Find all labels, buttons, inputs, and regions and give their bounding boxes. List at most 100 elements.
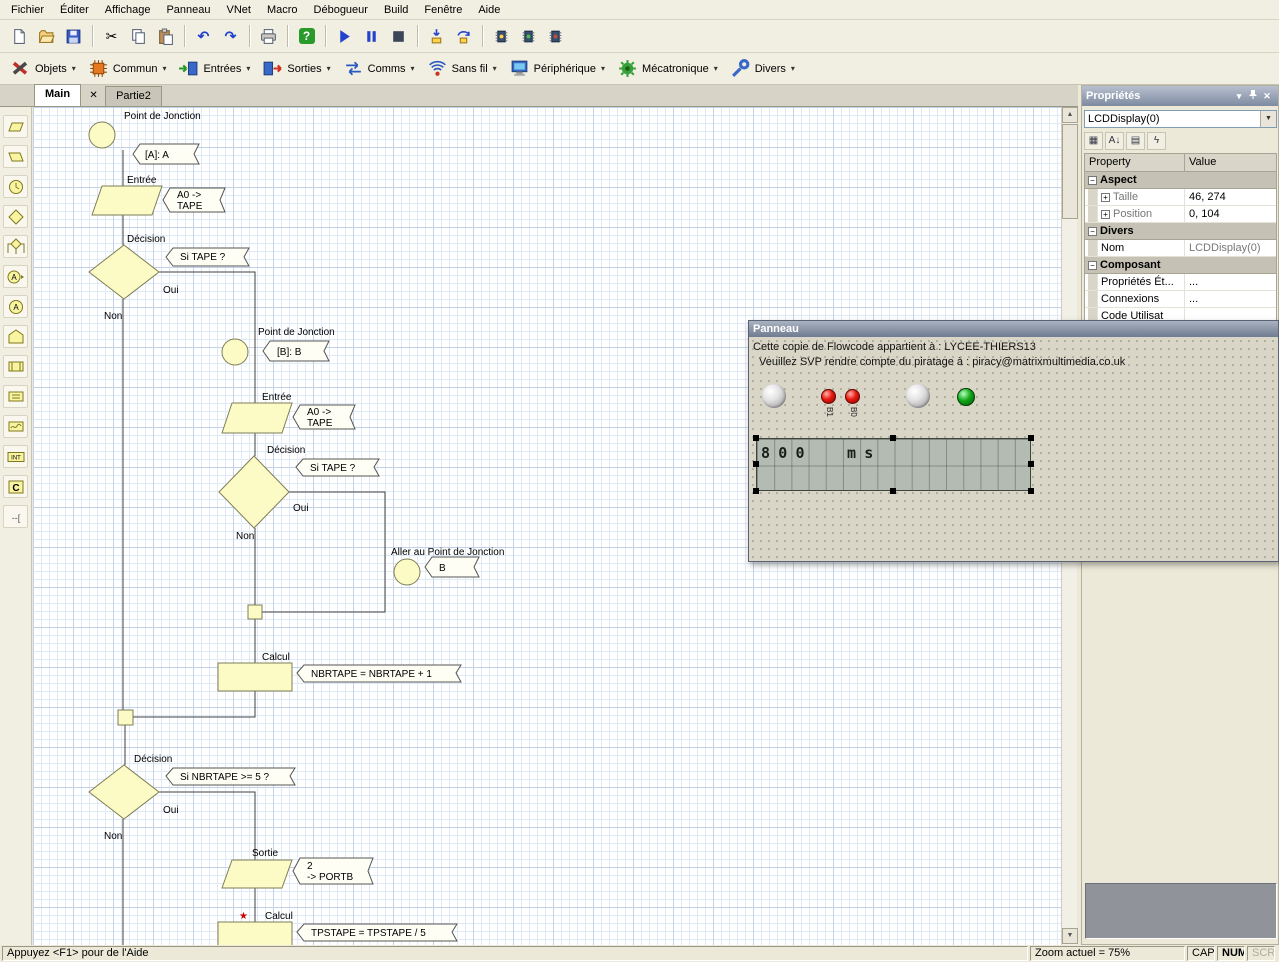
save-button[interactable] (60, 23, 87, 49)
selection-handle[interactable] (753, 488, 759, 494)
node-goto-b[interactable] (393, 558, 421, 586)
panneau-content[interactable]: Cette copie de Flowcode appartient à : L… (749, 337, 1278, 561)
node-decision3[interactable] (88, 764, 160, 820)
panneau-titlebar[interactable]: Panneau (749, 321, 1278, 337)
tool-delay[interactable] (3, 175, 28, 198)
run-button[interactable] (331, 23, 358, 49)
alphabetical-sort-button[interactable]: A↓ (1105, 132, 1124, 150)
combo-dropdown-button[interactable]: ▼ (1260, 111, 1276, 127)
selection-handle[interactable] (890, 488, 896, 494)
tool-output[interactable] (3, 145, 28, 168)
tool-comment[interactable]: --[ (3, 505, 28, 528)
property-row-proprietes-etendues[interactable]: Propriétés Ét... ... (1085, 274, 1276, 291)
pin-button[interactable] (1246, 89, 1260, 103)
node-junction-a[interactable] (88, 121, 116, 149)
taille-value[interactable]: 46, 274 (1185, 189, 1276, 205)
node-link-square-2[interactable] (247, 604, 263, 620)
redo-button[interactable]: ↷ (217, 23, 244, 49)
node-calcul2[interactable] (217, 921, 293, 945)
led-green[interactable] (957, 388, 975, 406)
node-goto-b-tag[interactable] (424, 556, 480, 578)
tool-component-macro[interactable] (3, 325, 28, 348)
events-button[interactable]: ϟ (1147, 132, 1166, 150)
compile-chip-button[interactable] (488, 23, 515, 49)
menu-macro[interactable]: Macro (259, 2, 306, 18)
components-entrees[interactable]: Entrées ▾ (172, 55, 256, 83)
menu-editer[interactable]: Éditer (52, 2, 97, 18)
components-divers[interactable]: Divers ▾ (724, 55, 801, 83)
category-composant[interactable]: − Composant (1085, 257, 1276, 274)
node-decision2[interactable] (218, 455, 290, 529)
node-link-square-1[interactable] (117, 709, 134, 726)
components-objets[interactable]: Objets ▾ (4, 55, 82, 83)
node-entree2[interactable] (221, 402, 293, 434)
selection-handle[interactable] (753, 461, 759, 467)
category-aspect[interactable]: − Aspect (1085, 172, 1276, 189)
paste-button[interactable] (152, 23, 179, 49)
categorized-view-button[interactable]: ▦ (1084, 132, 1103, 150)
tool-string[interactable] (3, 415, 28, 438)
tool-interrupt[interactable]: INT (3, 445, 28, 468)
node-sortie1[interactable] (221, 859, 293, 889)
step-into-button[interactable] (423, 23, 450, 49)
components-peripherique[interactable]: Périphérique ▾ (503, 55, 611, 83)
pause-button[interactable] (358, 23, 385, 49)
tool-input[interactable] (3, 115, 28, 138)
selection-handle[interactable] (1028, 461, 1034, 467)
expand-box-icon[interactable]: + (1101, 209, 1110, 219)
panel-close-button[interactable]: ✕ (1260, 89, 1274, 103)
tab-main[interactable]: Main (34, 84, 82, 106)
property-row-connexions[interactable]: Connexions ... (1085, 291, 1276, 308)
selection-handle[interactable] (1028, 435, 1034, 441)
lcd-display[interactable]: 800 ms (756, 438, 1031, 491)
properties-titlebar[interactable]: Propriétés ▾ ✕ (1082, 86, 1278, 106)
menu-vnet[interactable]: VNet (218, 2, 258, 18)
help-button[interactable]: ? (293, 23, 320, 49)
proprietes-etendues-value[interactable]: ... (1185, 274, 1276, 290)
menu-fichier[interactable]: Fichier (3, 2, 52, 18)
components-mecatronique[interactable]: Mécatronique ▾ (611, 55, 724, 83)
print-button[interactable] (255, 23, 282, 49)
menu-affichage[interactable]: Affichage (97, 2, 159, 18)
tab-partie2[interactable]: Partie2 (105, 86, 162, 106)
stop-button[interactable] (385, 23, 412, 49)
nom-value[interactable]: LCDDisplay(0) (1185, 240, 1276, 256)
position-value[interactable]: 0, 104 (1185, 206, 1276, 222)
menu-debogueur[interactable]: Débogueur (306, 2, 376, 18)
undo-button[interactable]: ↶ (190, 23, 217, 49)
open-button[interactable] (33, 23, 60, 49)
tool-macro[interactable] (3, 355, 28, 378)
menu-build[interactable]: Build (376, 2, 416, 18)
step-over-button[interactable] (450, 23, 477, 49)
components-commun[interactable]: Commun ▾ (82, 55, 173, 83)
menu-aide[interactable]: Aide (470, 2, 508, 18)
tool-goto-connection[interactable]: A (3, 265, 28, 288)
selection-handle[interactable] (753, 435, 759, 441)
property-row-position[interactable]: + Position 0, 104 (1085, 206, 1276, 223)
tool-calculation[interactable] (3, 385, 28, 408)
node-entree1[interactable] (91, 185, 163, 216)
tool-c-code[interactable]: C (3, 475, 28, 498)
connexions-value[interactable]: ... (1185, 291, 1276, 307)
tool-switch[interactable] (3, 235, 28, 258)
led-red-b0[interactable] (845, 389, 860, 404)
components-comms[interactable]: Comms ▾ (337, 55, 421, 83)
scrollbar-thumb[interactable] (1062, 124, 1078, 219)
switch-ball-2[interactable] (906, 384, 930, 408)
components-sorties[interactable]: Sorties ▾ (256, 55, 336, 83)
component-selector-combo[interactable]: LCDDisplay(0) ▼ (1084, 110, 1277, 128)
copy-button[interactable] (125, 23, 152, 49)
program-chip-button[interactable] (542, 23, 569, 49)
collapse-box-icon[interactable]: − (1088, 175, 1097, 185)
collapse-box-icon[interactable]: − (1088, 226, 1097, 236)
property-row-taille[interactable]: + Taille 46, 274 (1085, 189, 1276, 206)
menu-fenetre[interactable]: Fenêtre (416, 2, 470, 18)
panel-menu-button[interactable]: ▾ (1232, 89, 1246, 103)
tab-close-button[interactable]: ✕ (86, 88, 101, 103)
tool-decision[interactable] (3, 205, 28, 228)
scroll-down-button[interactable]: ▼ (1062, 928, 1078, 944)
tool-connection-point[interactable]: A (3, 295, 28, 318)
property-row-nom[interactable]: Nom LCDDisplay(0) (1085, 240, 1276, 257)
switch-ball-1[interactable] (762, 384, 786, 408)
scroll-up-button[interactable]: ▲ (1062, 107, 1078, 123)
